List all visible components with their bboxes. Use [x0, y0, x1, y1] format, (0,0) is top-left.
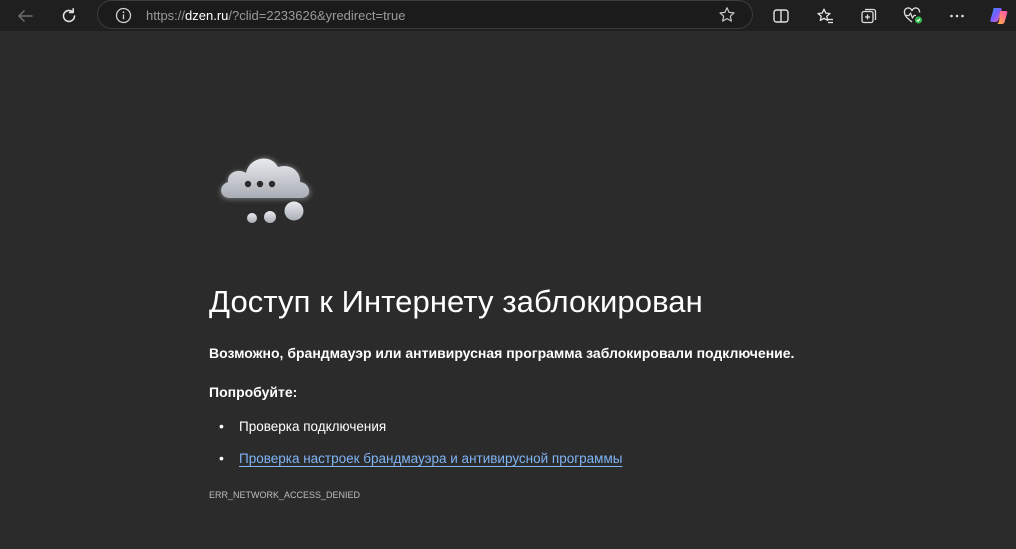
browser-essentials-button[interactable]: [897, 0, 929, 31]
more-icon: [950, 14, 964, 17]
reload-button[interactable]: [53, 0, 85, 31]
suggestion-list: Проверка подключения Проверка настроек б…: [219, 418, 622, 483]
error-description: Возможно, брандмауэр или антивирусная пр…: [209, 345, 795, 361]
cloud-icon: [219, 157, 311, 223]
collections-icon: [861, 8, 877, 23]
split-screen-icon: [773, 8, 789, 23]
suggestion-firewall-item: Проверка настроек брандмауэра и антивиру…: [219, 450, 622, 483]
back-button[interactable]: [9, 0, 41, 31]
favorites-button[interactable]: [809, 0, 841, 31]
error-page: Доступ к Интернету заблокирован Возможно…: [0, 34, 1016, 549]
url-host: dzen.ru: [185, 8, 229, 23]
add-favorite-button[interactable]: [718, 6, 736, 29]
page-title: Доступ к Интернету заблокирован: [209, 284, 703, 319]
url-text[interactable]: https://dzen.ru/?clid=2233626&yredirect=…: [146, 8, 405, 23]
info-icon: [115, 7, 132, 24]
star-icon: [719, 7, 735, 22]
favorites-icon: [817, 8, 833, 23]
reload-icon: [62, 7, 76, 22]
more-button[interactable]: [941, 0, 973, 31]
collections-button[interactable]: [853, 0, 885, 31]
site-info-button[interactable]: [115, 7, 132, 29]
url-protocol: https://: [146, 8, 186, 23]
heartbeat-icon: [903, 6, 923, 24]
check-firewall-link[interactable]: Проверка настроек брандмауэра и антивиру…: [239, 451, 622, 466]
browser-toolbar: https://dzen.ru/?clid=2233626&yredirect=…: [0, 0, 1016, 31]
try-label: Попробуйте:: [209, 384, 298, 400]
url-path: /?clid=2233626&yredirect=true: [228, 8, 406, 23]
copilot-button[interactable]: [983, 0, 1015, 31]
split-screen-button[interactable]: [765, 0, 797, 31]
blocked-cloud-illustration: [212, 142, 330, 237]
suggestion-check-connection: Проверка подключения: [219, 418, 622, 451]
copilot-icon: [990, 7, 1008, 24]
back-arrow-icon: [18, 9, 33, 22]
address-bar[interactable]: https://dzen.ru/?clid=2233626&yredirect=…: [97, 0, 753, 29]
error-code: ERR_NETWORK_ACCESS_DENIED: [209, 490, 361, 500]
